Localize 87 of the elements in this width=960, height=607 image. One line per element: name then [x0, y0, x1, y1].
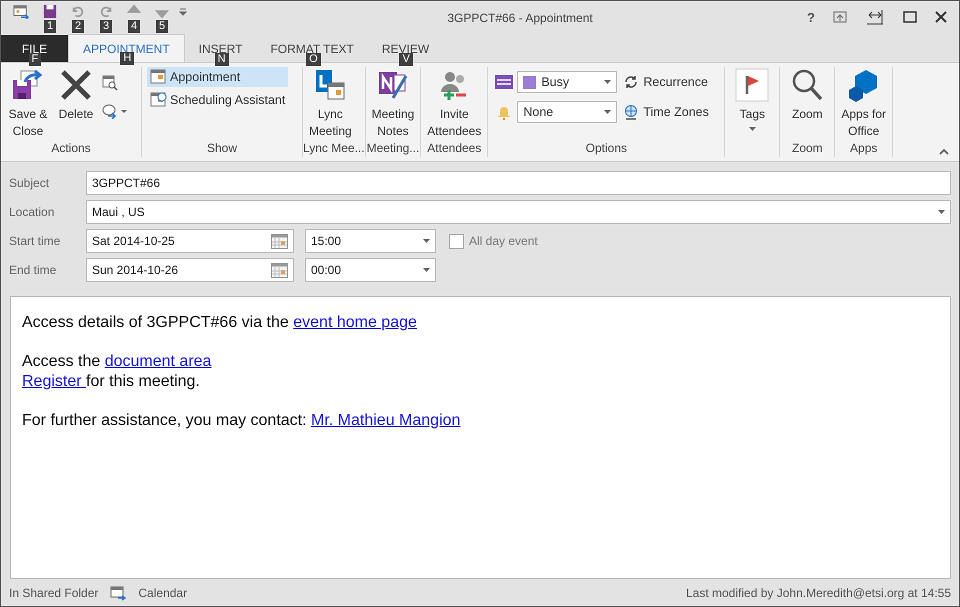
- message-body[interactable]: Access details of 3GPPCT#66 via the event home page Access the document area Register for this meeting. For further assistance, you may contact: Mr. Mathieu Mangion: [10, 296, 951, 579]
- subject-field[interactable]: 3GPPCT#66: [86, 171, 951, 195]
- window-title: 3GPPCT#66 - Appointment: [446, 11, 594, 25]
- keytip: 2: [72, 20, 84, 33]
- group-label: Zoom: [791, 141, 824, 157]
- meeting-notes-button[interactable]: Meeting Notes: [368, 67, 418, 141]
- keytip: 4: [128, 20, 140, 33]
- save-close-button[interactable]: Save & Close: [4, 67, 52, 141]
- magnifier-icon: [790, 68, 824, 102]
- lync-calendar-icon: [313, 68, 348, 102]
- lync-meeting-button[interactable]: Lync Meeting: [306, 67, 355, 141]
- link[interactable]: document area: [104, 353, 212, 370]
- body-text: Access the document area: [22, 352, 212, 372]
- reminder-dropdown[interactable]: None: [517, 101, 618, 123]
- group-label: Actions: [50, 141, 92, 157]
- folder-name: Calendar: [138, 586, 188, 600]
- caret-icon: [748, 127, 756, 131]
- appointment-button[interactable]: Appointment: [147, 67, 288, 87]
- collapse-ribbon-icon[interactable]: [939, 149, 949, 155]
- group-label: Options: [584, 141, 628, 157]
- keytip: V: [399, 53, 413, 66]
- caret-icon: [604, 110, 612, 114]
- apps-button[interactable]: Apps for Office: [838, 67, 890, 141]
- show-as-dropdown[interactable]: Busy: [517, 71, 618, 93]
- calendar-icon[interactable]: [13, 4, 29, 19]
- keytip: 3: [100, 20, 112, 33]
- keytip: 1: [44, 20, 56, 33]
- recurrence-icon: [623, 74, 640, 90]
- caret-icon: [604, 80, 612, 84]
- cross-icon: [59, 68, 93, 102]
- save-close-icon: [11, 68, 45, 102]
- body-text: Register for this meeting.: [22, 372, 201, 392]
- group-label: Attendees: [426, 141, 482, 157]
- body-text: For further assistance, you may contact: Mr. Mathieu Mangion: [22, 411, 462, 431]
- folder-text: In Shared Folder: [9, 586, 98, 600]
- date-field[interactable]: Sat 2014-10-25: [86, 229, 294, 253]
- keytip: N: [214, 53, 229, 66]
- zoom-button[interactable]: Zoom: [783, 67, 832, 124]
- save-icon[interactable]: [43, 4, 57, 19]
- resize-icon[interactable]: [865, 9, 885, 25]
- field-label: End time: [9, 263, 58, 277]
- link[interactable]: Mr. Mathieu Mangion: [311, 412, 460, 429]
- time-zones-button[interactable]: Time Zones: [621, 104, 711, 120]
- ribbon-display-icon[interactable]: [833, 11, 847, 23]
- caret-icon: [423, 268, 430, 272]
- last-modified-text: Last modified by John.Meredith@etsi.org at 14:55: [686, 586, 951, 600]
- all-day-checkbox[interactable]: [449, 234, 464, 248]
- calendar-icon: [150, 69, 167, 85]
- caret-icon: [938, 210, 945, 214]
- show-as-icon: [495, 75, 514, 89]
- group-label: Lync Mee...: [303, 141, 365, 157]
- calendar-icon[interactable]: [271, 262, 288, 278]
- scheduling-assistant-button[interactable]: Scheduling Assistant: [147, 90, 288, 110]
- keytip: O: [306, 53, 321, 66]
- body-text: Access details of 3GPPCT#66 via the event home page: [22, 313, 418, 333]
- field-label: Subject: [9, 176, 50, 190]
- field-label: Location: [9, 205, 56, 219]
- checkbox-label: All day event: [469, 234, 538, 248]
- forward-icon[interactable]: [102, 103, 128, 119]
- calendar-search-icon[interactable]: [102, 75, 118, 91]
- group-label: Show: [206, 141, 238, 157]
- link[interactable]: Register: [22, 373, 86, 390]
- group-label: Meeting...: [366, 141, 420, 157]
- time-field[interactable]: 00:00: [305, 258, 436, 282]
- group-label: Apps: [849, 141, 878, 157]
- invite-attendees-button[interactable]: Invite Attendees: [424, 67, 484, 141]
- location-field[interactable]: Maui , US: [86, 200, 951, 224]
- customize-icon[interactable]: [179, 7, 187, 17]
- caret-icon: [423, 239, 430, 243]
- maximize-icon[interactable]: [903, 11, 917, 23]
- keytip: H: [120, 52, 134, 65]
- calendar-clock-icon: [150, 92, 167, 108]
- globe-icon: [623, 104, 640, 120]
- keytip: F: [28, 53, 42, 66]
- calendar-icon: [110, 584, 126, 600]
- tags-button[interactable]: Tags: [728, 67, 776, 136]
- flag-icon: [735, 68, 770, 102]
- link[interactable]: event home page: [293, 314, 417, 331]
- date-field[interactable]: Sun 2014-10-26: [86, 258, 294, 282]
- recurrence-button[interactable]: Recurrence: [621, 74, 710, 90]
- calendar-icon[interactable]: [271, 234, 288, 248]
- help-button[interactable]: ?: [807, 10, 815, 24]
- close-icon[interactable]: [935, 11, 947, 23]
- delete-button[interactable]: Delete: [52, 67, 100, 124]
- field-label: Start time: [9, 234, 62, 248]
- time-field[interactable]: 15:00: [305, 229, 436, 253]
- keytip: 5: [156, 20, 168, 33]
